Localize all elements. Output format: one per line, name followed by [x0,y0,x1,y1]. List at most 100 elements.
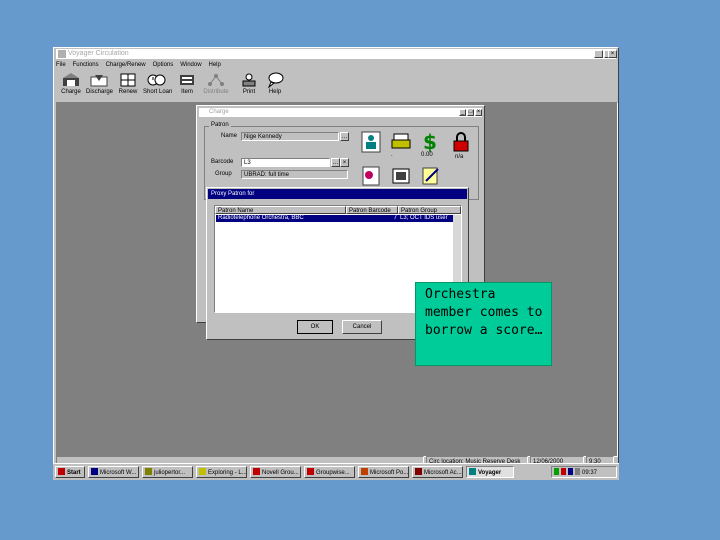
word-icon [91,468,98,475]
app-title: Voyager Circulation [68,50,129,57]
short-loan-icon [147,74,166,86]
help-icon [268,72,284,88]
menu-functions[interactable]: Functions [73,62,99,68]
name-field: Nige Kennedy [241,132,339,141]
barcode-clear-button[interactable]: × [340,158,349,167]
task-label-1: Microsoft W... [100,470,137,476]
task-label-2: juliopertor... [154,470,186,476]
renew-label: Renew [118,89,138,95]
group-field: UBRAD: full time [241,170,348,179]
renew-icon [120,73,136,87]
cancel-button[interactable]: Cancel [342,320,382,334]
row-patron-group: L3; OCT IDS user [400,215,448,221]
explorer-folder-icon [199,468,206,475]
menu-charge-renew[interactable]: Charge/Renew [106,62,146,68]
barcode-input[interactable]: L3 [241,158,330,167]
name-lookup-button[interactable]: … [340,132,349,141]
table-row[interactable]: Radiotelephone Orchestra, BBC 7 L3; OCT … [216,215,460,222]
proxy-dialog-title-bar[interactable]: Proxy Patron for [208,189,467,199]
volume-icon[interactable] [575,468,580,475]
system-tray: 09:37 [551,466,617,478]
row-patron-name: Radiotelephone Orchestra, BBC [218,215,304,221]
edit-note-icon[interactable] [421,165,441,187]
task-item-voyager[interactable]: Voyager [466,466,514,478]
toolbar: Charge Discharge Renew Short Loan Item D… [56,70,616,100]
task-item-2[interactable]: juliopertor... [142,466,193,478]
task-label-7: Microsoft Ac... [424,470,462,476]
item-icon [180,75,194,85]
menu-window[interactable]: Window [180,62,201,68]
charge-icon [63,73,79,86]
annotation-callout: Orchestra member comes to borrow a score… [415,282,552,366]
charge-label: Charge [61,89,81,95]
app-icon [58,50,66,58]
groupwise-icon [307,468,314,475]
print-label: Print [242,89,256,95]
tray-icon-3[interactable] [568,468,573,475]
windows-taskbar: Start Microsoft W... juliopertor... Expl… [53,463,619,480]
fines-icon[interactable]: $ [420,131,440,153]
charge-maximize-button[interactable]: □ [467,109,474,116]
ok-button[interactable]: OK [297,320,333,334]
menu-bar: File Functions Charge/Renew Options Wind… [56,60,616,70]
col-patron-group[interactable]: Patron Group [398,206,461,214]
distribute-button[interactable]: Distribute [203,70,229,100]
barcode-lookup-button[interactable]: … [331,158,340,167]
print-slip-icon[interactable] [391,131,411,153]
menu-help[interactable]: Help [209,62,221,68]
charge-close-button[interactable]: × [475,109,482,116]
discharge-label: Discharge [86,89,114,95]
close-button[interactable]: × [608,50,617,58]
start-button[interactable]: Start [55,466,85,478]
short-loan-button[interactable]: Short Loan [143,70,172,100]
task-label-4: Novell Grou... [262,470,299,476]
print-button[interactable]: Print [236,70,262,100]
menu-file[interactable]: File [56,62,66,68]
task-item-1[interactable]: Microsoft W... [88,466,139,478]
task-item-5[interactable]: Groupwise... [304,466,355,478]
windows-logo-icon [58,468,65,475]
charge-dialog-title-bar[interactable]: Charge [199,108,482,117]
task-item-7[interactable]: Microsoft Ac... [412,466,463,478]
row-patron-barcode: 7 [393,215,397,221]
access-icon [415,468,422,475]
task-label-3: Exploring - L... [208,470,247,476]
task-label-8: Voyager [478,470,502,476]
col-patron-barcode[interactable]: Patron Barcode [346,206,398,214]
print-icon [242,73,256,87]
distribute-label: Distribute [203,89,229,95]
help-button[interactable]: Help [262,70,288,100]
blocks-lock-icon[interactable] [451,131,471,153]
help-label: Help [268,89,282,95]
menu-options[interactable]: Options [153,62,174,68]
distribute-icon [208,74,224,86]
name-label: Name [221,133,238,139]
item-label: Item [181,89,193,95]
charge-minimize-button[interactable]: _ [459,109,466,116]
task-item-4[interactable]: Novell Grou... [250,466,301,478]
proxy-dialog-title: Proxy Patron for [211,191,255,197]
col-patron-name[interactable]: Patron Name [215,206,346,214]
voyager-icon [469,468,476,475]
app-title-bar[interactable]: Voyager Circulation _ □ [56,49,616,59]
minimize-button[interactable]: _ [594,50,603,58]
renew-button[interactable]: Renew [115,70,141,100]
start-label: Start [67,470,81,476]
patron-items-icon[interactable] [391,165,411,187]
task-item-6[interactable]: Microsoft Po... [358,466,409,478]
callout-text: Orchestra member comes to borrow a score… [425,287,543,338]
task-label-6: Microsoft Po... [370,470,409,476]
item-button[interactable]: Item [174,70,200,100]
charge-dialog-title: Charge [209,109,229,115]
tray-clock: 09:37 [582,470,598,476]
barcode-label: Barcode [211,159,234,165]
task-label-5: Groupwise... [316,470,350,476]
task-item-3[interactable]: Exploring - L... [196,466,247,478]
tray-icon-2[interactable] [561,468,566,475]
discharge-icon [90,75,108,87]
discharge-button[interactable]: Discharge [86,70,114,100]
patron-notes-icon[interactable] [361,165,381,187]
tray-icon-1[interactable] [554,468,559,475]
patron-record-icon[interactable] [361,131,381,153]
charge-button[interactable]: Charge [58,70,84,100]
